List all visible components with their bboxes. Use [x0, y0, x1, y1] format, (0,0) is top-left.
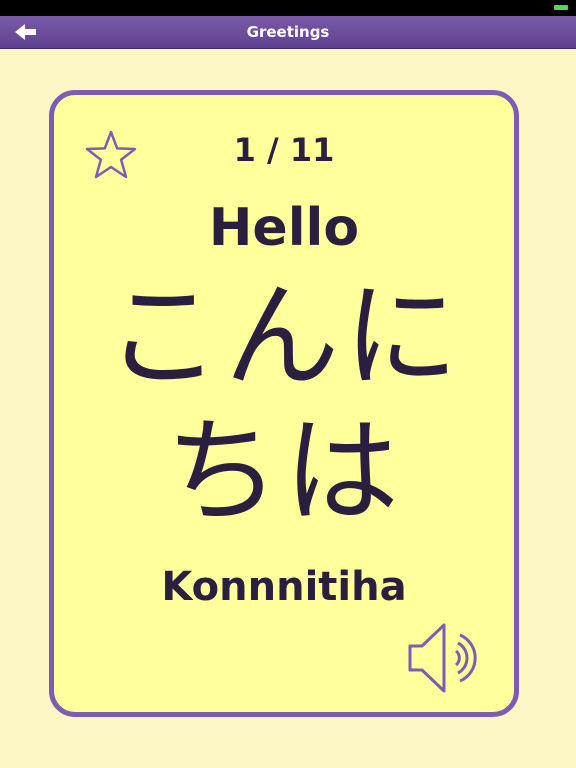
speaker-icon — [408, 623, 477, 693]
card-counter: 1 / 11 — [233, 131, 335, 169]
status-bar — [0, 0, 576, 16]
word-japanese: こんに ちは — [54, 270, 514, 540]
flashcard[interactable]: 1 / 11 Hello こんに ちは Konnnitiha — [49, 90, 519, 717]
back-arrow-icon — [15, 24, 36, 40]
battery-icon — [554, 5, 568, 10]
word-english: Hello — [208, 198, 360, 258]
word-romaji: Konnnitiha — [161, 564, 407, 610]
word-japanese-line: ちは — [164, 405, 403, 539]
page-title: Greetings — [246, 23, 330, 41]
nav-bar: Greetings — [0, 16, 576, 49]
play-audio-button[interactable] — [402, 615, 492, 701]
word-japanese-line: こんに — [105, 270, 463, 404]
back-button[interactable] — [14, 22, 40, 42]
